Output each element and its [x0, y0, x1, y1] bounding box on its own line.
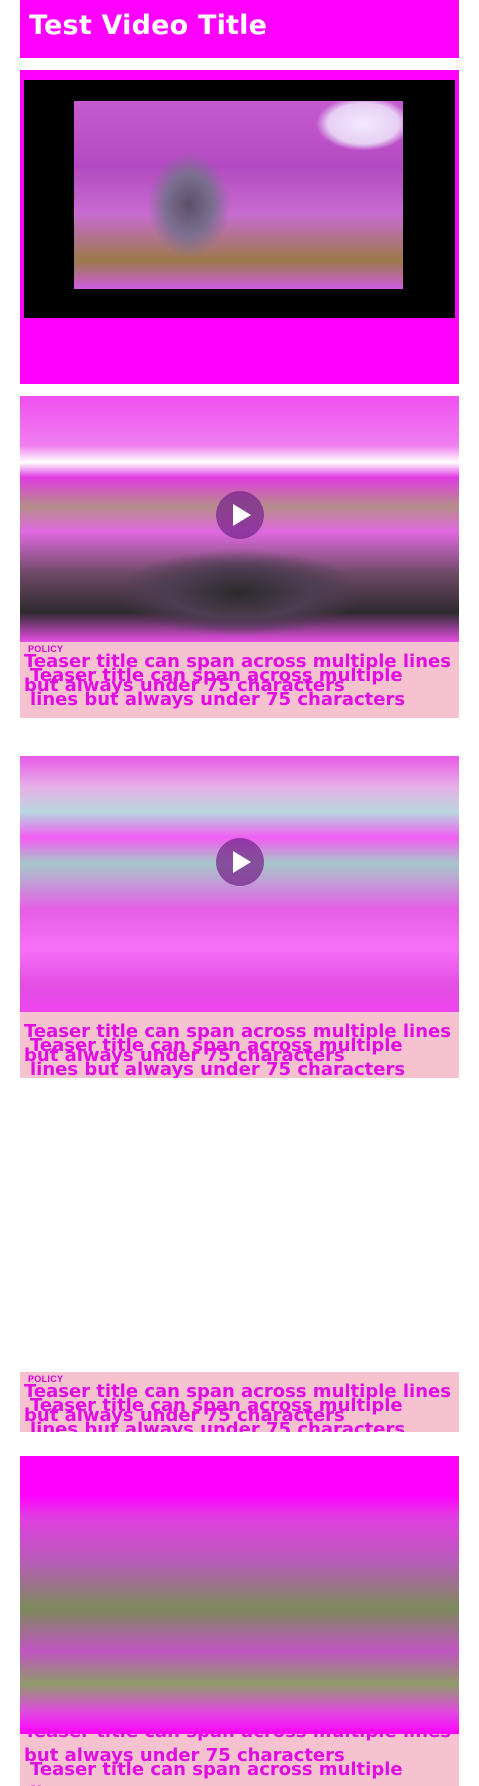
teaser-text: Teaser title can span across multiple li…	[20, 1734, 459, 1786]
teaser-text: POLICY Teaser title can span across mult…	[20, 642, 459, 718]
play-icon	[233, 851, 251, 873]
video-thumbnail[interactable]	[74, 101, 403, 289]
teaser-title-overlap: Teaser title can span across multiple li…	[30, 1759, 403, 1786]
teaser-image[interactable]	[20, 1120, 459, 1372]
play-button[interactable]	[216, 838, 264, 886]
play-icon	[233, 504, 251, 526]
teaser-card[interactable]: Teaser title can span across multiple li…	[20, 756, 459, 1090]
teaser-title-overlap: Teaser title can span across multiple li…	[30, 665, 406, 710]
teaser-image[interactable]	[20, 1456, 459, 1734]
teaser-title-overlap: Teaser title can span across multiple li…	[30, 1035, 406, 1078]
teaser-card[interactable]: POLICY Teaser title can span across mult…	[20, 1120, 459, 1440]
video-player[interactable]	[24, 80, 455, 318]
page-header: Test Video Title	[20, 0, 459, 58]
teaser-text: POLICY Teaser title can span across mult…	[20, 1372, 459, 1432]
teaser-image[interactable]	[20, 396, 459, 642]
play-button[interactable]	[216, 491, 264, 539]
teaser-text: Teaser title can span across multiple li…	[20, 1012, 459, 1078]
teaser-title-overlap: Teaser title can span across multiple li…	[30, 1395, 406, 1432]
video-card	[20, 70, 459, 384]
teaser-card[interactable]: POLICY Teaser title can span across mult…	[20, 396, 459, 730]
teaser-card[interactable]: Teaser title can span across multiple li…	[20, 1456, 459, 1786]
teaser-image[interactable]	[20, 756, 459, 1012]
page-title: Test Video Title	[29, 10, 268, 41]
